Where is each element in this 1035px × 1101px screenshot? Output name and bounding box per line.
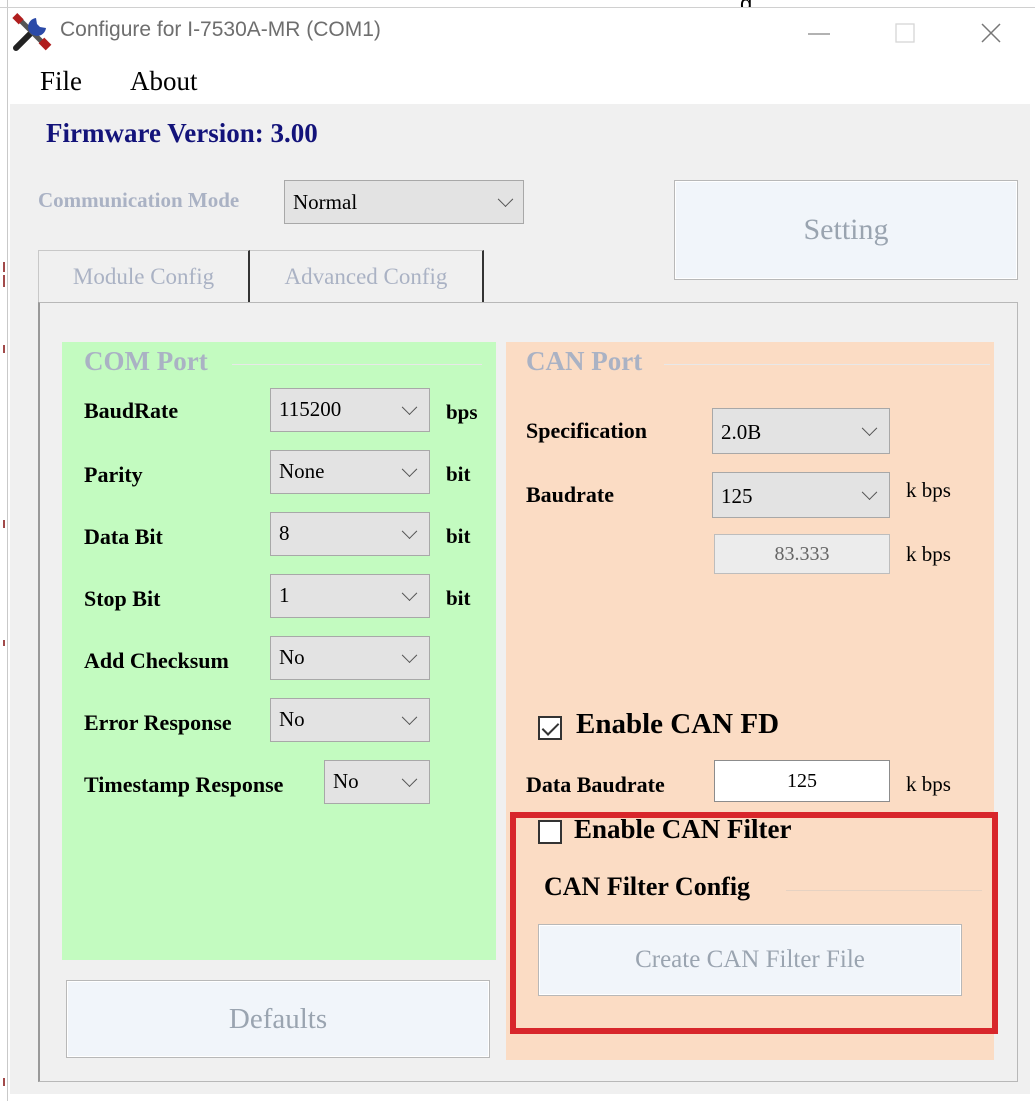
- parity-select[interactable]: None: [270, 450, 430, 494]
- communication-mode-value: Normal: [293, 190, 358, 214]
- add-checksum-value: No: [279, 645, 305, 669]
- add-checksum-select[interactable]: No: [270, 636, 430, 680]
- can-port-title: CAN Port: [526, 346, 643, 376]
- setting-button[interactable]: Setting: [674, 180, 1018, 280]
- stop-bit-label: Stop Bit: [84, 586, 161, 611]
- enable-can-fd-label: Enable CAN FD: [576, 708, 780, 740]
- tab-advanced-config[interactable]: Advanced Config: [250, 250, 484, 302]
- group-border: [664, 364, 990, 365]
- actual-baudrate-field: 83.333: [714, 534, 890, 574]
- window-title: Configure for I-7530A-MR (COM1): [60, 18, 381, 41]
- chevron-down-icon: [497, 191, 514, 208]
- data-bit-label: Data Bit: [84, 524, 163, 549]
- baudrate-select[interactable]: 115200: [270, 388, 430, 432]
- chevron-down-icon: [401, 771, 418, 788]
- tools-icon: [10, 12, 54, 52]
- baudrate-unit: bps: [446, 400, 478, 424]
- data-bit-value: 8: [279, 521, 290, 545]
- timestamp-response-select[interactable]: No: [324, 760, 430, 804]
- parity-label: Parity: [84, 462, 143, 487]
- firmware-version: Firmware Version: 3.00: [46, 118, 318, 148]
- maximize-button[interactable]: [875, 10, 935, 56]
- defaults-button[interactable]: Defaults: [66, 980, 490, 1058]
- baudrate-value: 115200: [279, 397, 342, 421]
- minimize-icon: [808, 33, 830, 35]
- maximize-icon: [895, 23, 915, 43]
- communication-mode-label: Communication Mode: [38, 188, 240, 212]
- chevron-down-icon: [861, 420, 878, 437]
- tab-module-config[interactable]: Module Config: [38, 250, 250, 302]
- chevron-down-icon: [401, 647, 418, 664]
- data-baudrate-unit: k bps: [906, 772, 951, 796]
- baudrate-label: BaudRate: [84, 398, 179, 423]
- data-baudrate-input[interactable]: 125: [714, 760, 890, 802]
- chevron-down-icon: [401, 461, 418, 478]
- close-icon: [981, 23, 1001, 43]
- timestamp-response-value: No: [333, 769, 359, 793]
- stop-bit-unit: bit: [446, 586, 471, 610]
- chevron-down-icon: [401, 585, 418, 602]
- can-baudrate-select[interactable]: 125: [712, 472, 890, 518]
- menu-about[interactable]: About: [130, 66, 198, 97]
- chevron-down-icon: [401, 709, 418, 726]
- specification-label: Specification: [526, 418, 647, 443]
- window-left-edge: [0, 0, 8, 1101]
- com-port-title: COM Port: [84, 346, 208, 376]
- menu-file[interactable]: File: [40, 66, 82, 97]
- add-checksum-label: Add Checksum: [84, 648, 229, 673]
- data-bit-select[interactable]: 8: [270, 512, 430, 556]
- stop-bit-select[interactable]: 1: [270, 574, 430, 618]
- error-response-select[interactable]: No: [270, 698, 430, 742]
- enable-can-fd-checkbox[interactable]: [538, 716, 562, 740]
- stop-bit-value: 1: [279, 583, 290, 607]
- chevron-down-icon: [401, 523, 418, 540]
- can-baudrate-value: 125: [721, 484, 753, 508]
- timestamp-response-label: Timestamp Response: [84, 772, 284, 797]
- check-icon: [541, 718, 560, 736]
- error-response-label: Error Response: [84, 710, 232, 735]
- error-response-value: No: [279, 707, 305, 731]
- data-bit-unit: bit: [446, 524, 471, 548]
- actual-baudrate-unit: k bps: [906, 542, 951, 566]
- can-baudrate-label: Baudrate: [526, 482, 614, 507]
- close-button[interactable]: [960, 10, 1020, 56]
- minimize-button[interactable]: [790, 10, 850, 56]
- parity-unit: bit: [446, 462, 471, 486]
- data-baudrate-label: Data Baudrate: [526, 772, 665, 797]
- specification-value: 2.0B: [721, 420, 762, 444]
- chevron-down-icon: [861, 484, 878, 501]
- can-baudrate-unit: k bps: [906, 478, 951, 502]
- parity-value: None: [279, 459, 325, 483]
- communication-mode-select[interactable]: Normal: [284, 180, 524, 224]
- group-border: [232, 364, 482, 365]
- specification-select[interactable]: 2.0B: [712, 408, 890, 454]
- highlight-box: [510, 812, 998, 1034]
- chevron-down-icon: [401, 399, 418, 416]
